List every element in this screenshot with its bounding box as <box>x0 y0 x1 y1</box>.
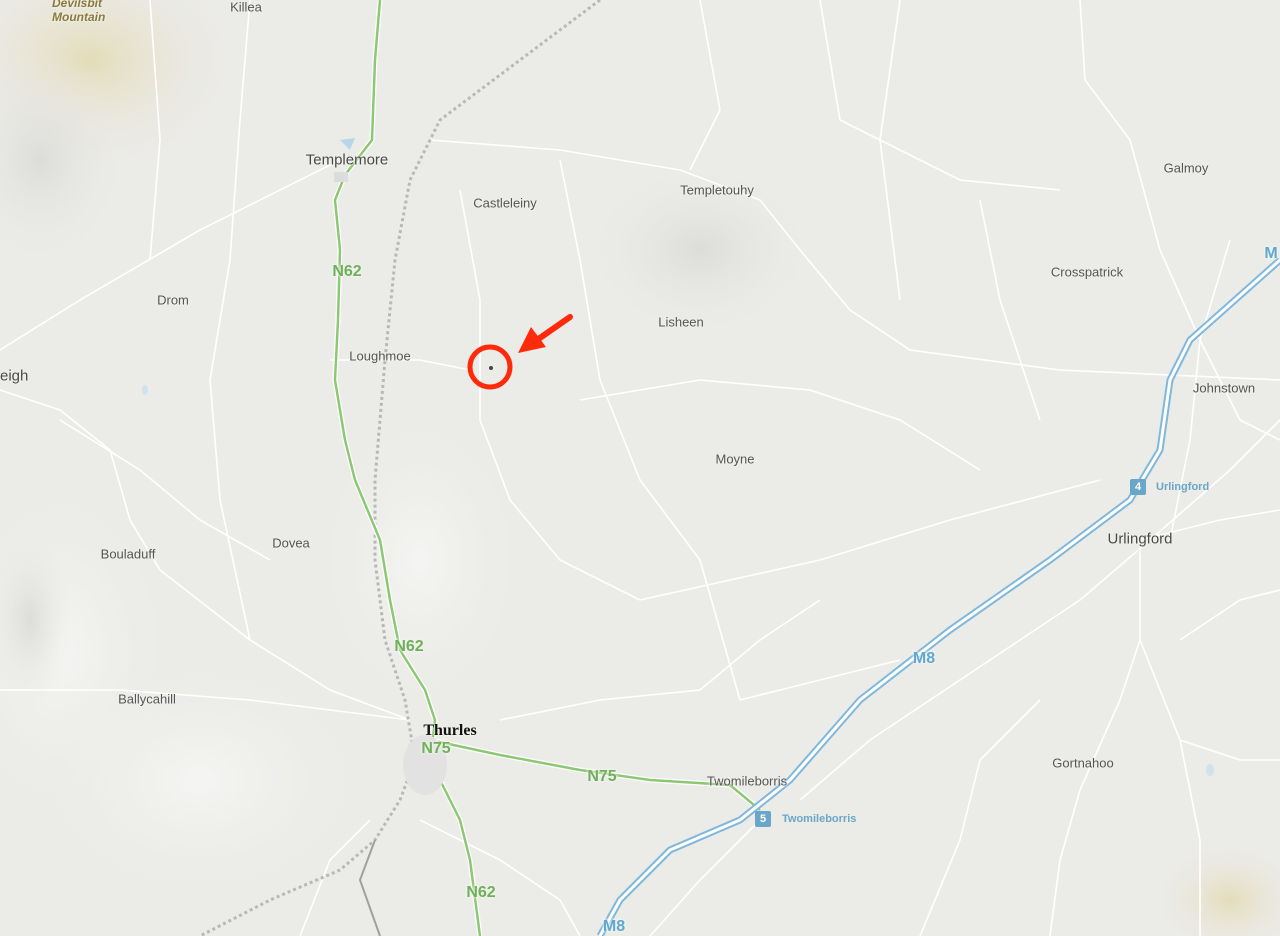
location-circle-icon <box>467 344 513 390</box>
location-marker <box>467 314 573 390</box>
arrow-icon <box>518 314 573 353</box>
map-view[interactable]: Devilsbit Mountain Killea Templemore Cas… <box>0 0 1280 936</box>
